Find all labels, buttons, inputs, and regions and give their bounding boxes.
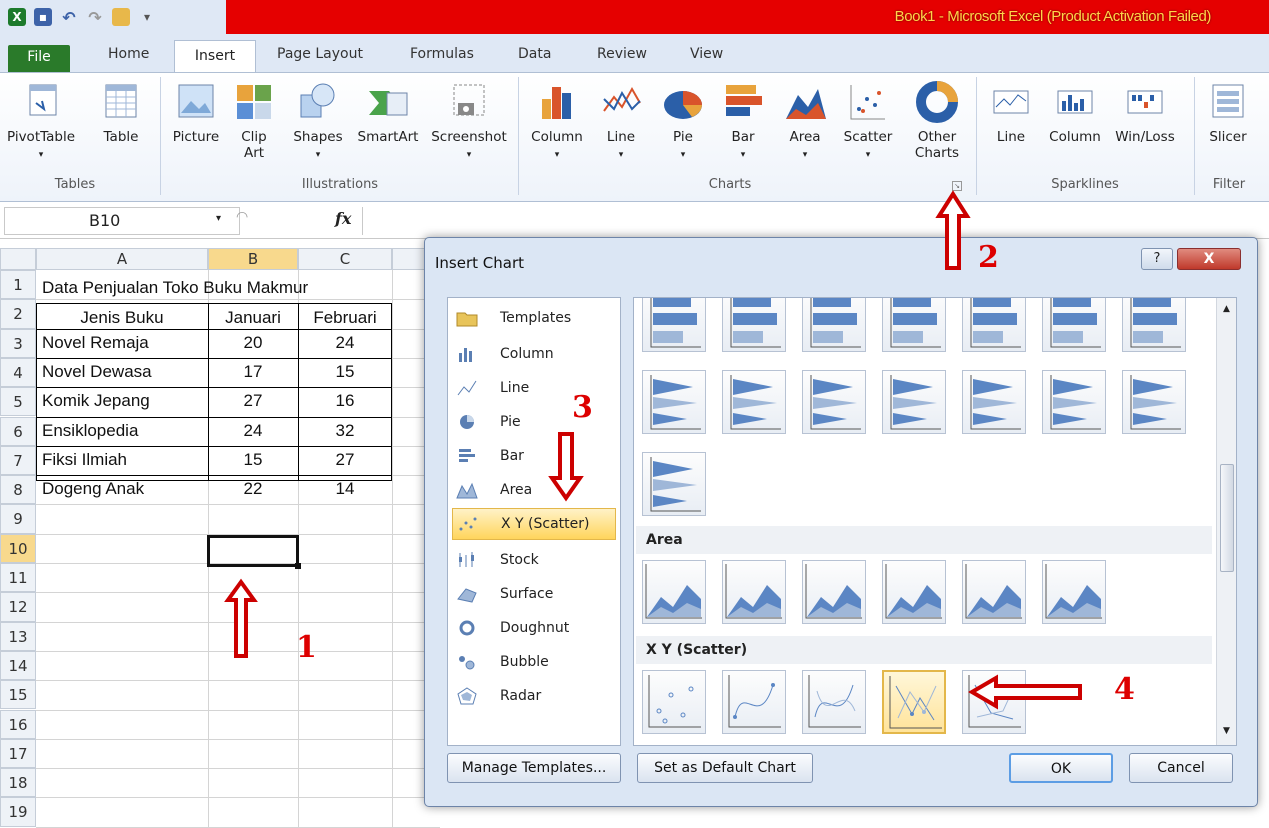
- annotation-1: 1: [296, 630, 317, 665]
- annotation-2: 2: [978, 240, 999, 275]
- annotation-4: 4: [1114, 672, 1135, 707]
- annotation-overlay: [224, 190, 1082, 710]
- arrow-4-icon: [968, 674, 1082, 710]
- arrow-3-icon: [548, 432, 584, 502]
- annotation-3: 3: [572, 390, 593, 425]
- arrow-1-icon: [224, 578, 258, 658]
- arrow-2-icon: [935, 190, 971, 270]
